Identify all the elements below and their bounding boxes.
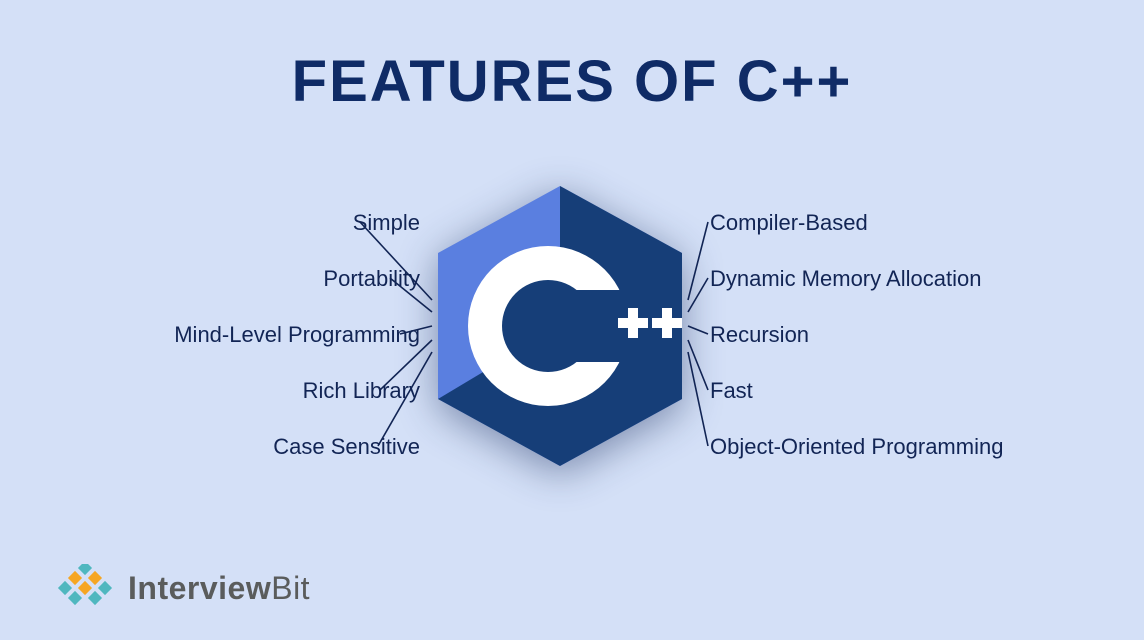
brand-name-light: Bit <box>271 570 310 606</box>
feature-item: Object-Oriented Programming <box>710 419 1130 475</box>
feature-item: Fast <box>710 363 1130 419</box>
feature-item: Rich Library <box>60 363 420 419</box>
feature-item: Portability <box>60 251 420 307</box>
feature-item: Case Sensitive <box>60 419 420 475</box>
brand-name-bold: Interview <box>128 570 271 606</box>
feature-item: Mind-Level Programming <box>60 307 420 363</box>
brand-logo: InterviewBit <box>54 564 310 612</box>
feature-item: Recursion <box>710 307 1130 363</box>
cpp-logo-icon <box>430 180 690 472</box>
diagram-title: FEATURES OF C++ <box>0 48 1144 115</box>
brand-name: InterviewBit <box>128 570 310 607</box>
feature-item: Compiler-Based <box>710 195 1130 251</box>
brand-mark-icon <box>54 564 116 612</box>
left-feature-list: Simple Portability Mind-Level Programmin… <box>60 195 420 475</box>
right-feature-list: Compiler-Based Dynamic Memory Allocation… <box>710 195 1130 475</box>
feature-item: Dynamic Memory Allocation <box>710 251 1130 307</box>
feature-item: Simple <box>60 195 420 251</box>
